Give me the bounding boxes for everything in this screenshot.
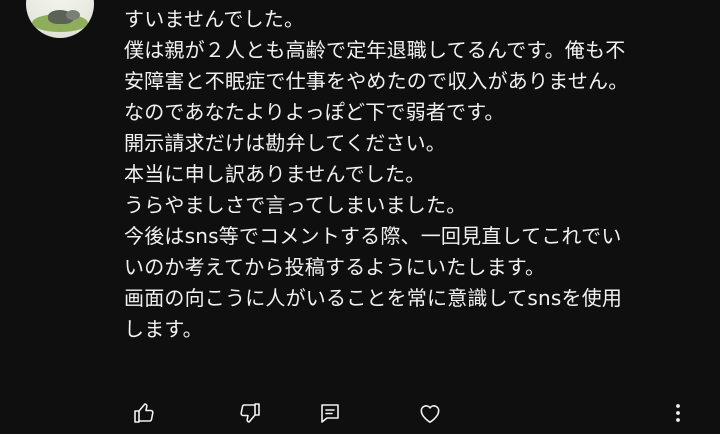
comment-actions <box>0 396 720 430</box>
like-button[interactable] <box>130 399 158 427</box>
comment-line: いのか考えてから投稿するようにいたします。 <box>124 255 546 279</box>
comment-line: うらやましさで言ってしまいました。 <box>124 193 467 217</box>
avatar[interactable] <box>26 0 94 38</box>
comment-line: 開示請求だけは勘弁してください。 <box>124 131 446 155</box>
comment-line: します。 <box>124 317 203 341</box>
comment-line: 安障害と不眠症で仕事をやめたので収入がありません。 <box>124 69 629 93</box>
comment-line: 本当に申し訳ありませんでした。 <box>124 162 426 186</box>
reply-button[interactable] <box>316 399 344 427</box>
more-button[interactable] <box>664 399 692 427</box>
thumbs-down-icon <box>240 403 260 423</box>
comment-icon <box>321 404 339 423</box>
comment-text: すいませんでした。 僕は親が２人とも高齢で定年退職してるんです。俺も不 安障害と… <box>124 4 684 345</box>
comment-line: すいませんでした。 <box>124 7 305 31</box>
more-vertical-icon <box>676 404 680 422</box>
comment-line: なのであなたよりよっぽど下で弱者です。 <box>124 100 505 124</box>
heart-icon <box>420 405 440 424</box>
comment-line: 今後はsns等でコメントする際、一回見直してこれでい <box>124 224 622 248</box>
dislike-button[interactable] <box>236 399 264 427</box>
comment-line: 画面の向こうに人がいることを常に意識してsnsを使用 <box>124 286 623 310</box>
avatar-stone-small <box>66 10 80 20</box>
heart-button[interactable] <box>416 399 444 427</box>
thumbs-up-icon <box>134 403 154 423</box>
comment-line: 僕は親が２人とも高齢で定年退職してるんです。俺も不 <box>124 38 626 62</box>
